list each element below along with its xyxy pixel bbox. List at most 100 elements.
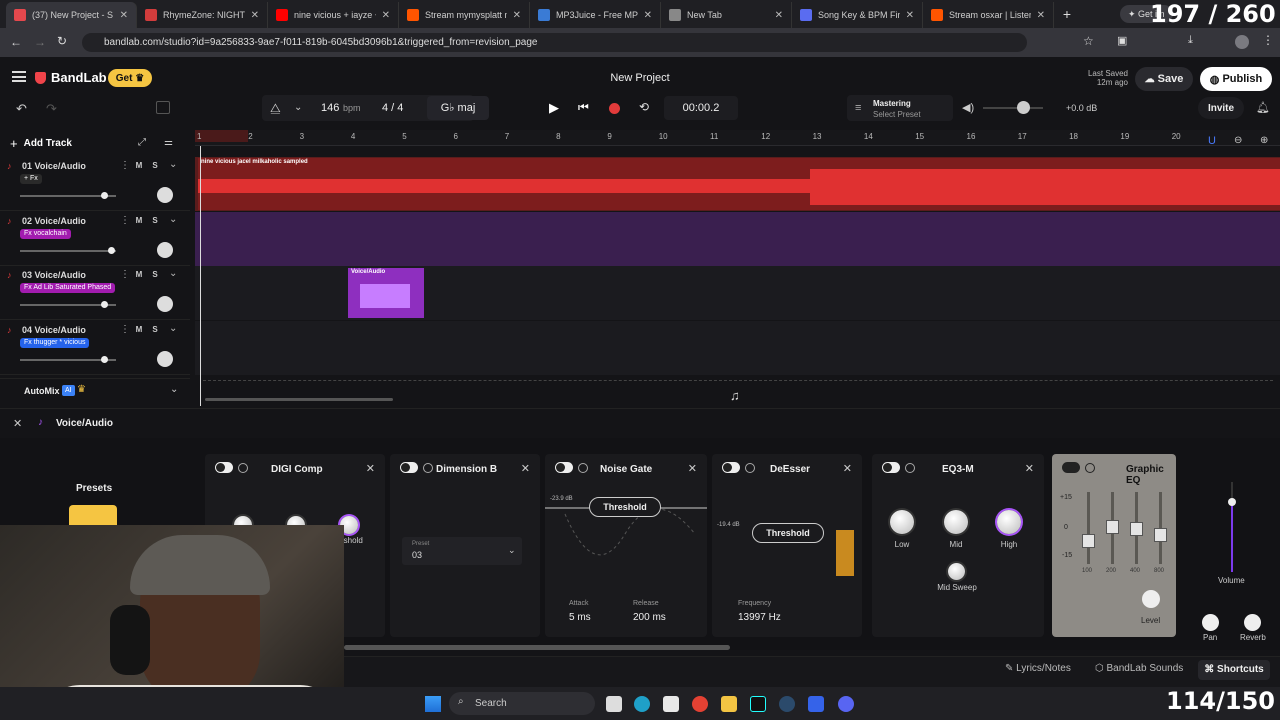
track-header[interactable]: ♪ 03 Voice/Audio ⋮ M S ⌄ Fx Ad Lib Saturated P… (0, 266, 190, 320)
new-tab-button[interactable]: + (1054, 2, 1080, 28)
close-icon[interactable]: ✕ (1025, 462, 1034, 475)
task-view-icon[interactable] (606, 696, 622, 712)
loop-icon[interactable]: ⟲ (639, 100, 649, 114)
track-lane[interactable]: Voice/Audio (195, 266, 1280, 320)
edge-icon[interactable] (634, 696, 650, 712)
frequency-value[interactable]: 13997 Hz (738, 612, 781, 623)
mid-knob[interactable] (944, 510, 968, 534)
mute-button[interactable]: M (133, 324, 145, 336)
track-menu-icon[interactable]: ⋮ (120, 215, 130, 226)
chrome-icon[interactable] (692, 696, 708, 712)
info-icon[interactable] (905, 463, 915, 473)
browser-tab[interactable]: (37) New Project - S ✕ (6, 2, 137, 28)
bookmark-star-icon[interactable]: ☆ (1083, 34, 1094, 48)
mute-button[interactable]: M (133, 160, 145, 172)
fx-chip[interactable]: + Fx (20, 174, 42, 184)
browser-tab[interactable]: New Tab ✕ (661, 2, 792, 28)
track-volume-handle[interactable] (101, 355, 108, 363)
close-icon[interactable]: ✕ (366, 462, 375, 475)
project-title[interactable]: New Project (560, 72, 720, 84)
tab-close-icon[interactable]: ✕ (251, 10, 259, 21)
tempo-value[interactable]: 146 (321, 102, 339, 114)
eq-fader-track[interactable] (1087, 492, 1090, 564)
plugin-dimension-b[interactable]: Dimension B ✕ Preset 03 ⌄ (390, 454, 540, 637)
tiktok-icon[interactable] (750, 696, 766, 712)
fx-chip[interactable]: Fx vocalchain (20, 228, 71, 239)
close-panel-icon[interactable]: ✕ (13, 417, 22, 430)
track-volume-handle[interactable] (101, 192, 108, 199)
info-icon[interactable] (238, 463, 248, 473)
low-knob[interactable] (890, 510, 914, 534)
tab-close-icon[interactable]: ✕ (382, 10, 390, 21)
plugin-deesser[interactable]: DeEsser ✕ -19.4 dB Threshold Frequency 1… (712, 454, 862, 637)
chevron-down-icon[interactable]: ⌄ (170, 384, 178, 395)
track-name[interactable]: 04 Voice/Audio (22, 325, 86, 335)
add-music-icon[interactable]: ♫ (730, 388, 740, 403)
get-pro-button[interactable]: Get ♛ (108, 69, 152, 87)
mid-sweep-knob[interactable] (948, 563, 965, 580)
bandlab-logo[interactable]: BandLab (35, 70, 107, 85)
chevron-down-icon[interactable]: ⌄ (169, 323, 177, 334)
zoom-out-icon[interactable]: ⊖ (1234, 135, 1242, 146)
noise-gate-threshold-button[interactable]: Threshold (589, 497, 661, 517)
steam-icon[interactable] (779, 696, 795, 712)
mute-button[interactable]: M (133, 269, 145, 281)
skip-back-icon[interactable]: ⏮ (578, 100, 589, 115)
speaker-icon[interactable]: ◀) (962, 101, 974, 114)
horizontal-scrollbar[interactable] (205, 398, 393, 401)
download-icon[interactable]: ⤓ (1188, 34, 1193, 47)
level-knob[interactable] (1142, 590, 1160, 608)
pan-knob[interactable] (157, 296, 173, 312)
close-icon[interactable]: ✕ (688, 462, 697, 475)
channel-volume-handle[interactable] (1228, 498, 1236, 506)
discord-icon[interactable] (838, 696, 854, 712)
release-value[interactable]: 200 ms (633, 612, 666, 623)
track-volume-handle[interactable] (108, 246, 115, 254)
solo-button[interactable]: S (149, 215, 161, 227)
plugin-eq3[interactable]: EQ3-M ✕ Low Mid High Mid Sweep (872, 454, 1044, 637)
magnet-icon[interactable]: U (1208, 135, 1216, 147)
browser-tab[interactable]: MP3Juice - Free MP3 D ✕ (530, 2, 661, 28)
pan-knob[interactable] (157, 350, 173, 367)
pan-knob[interactable] (157, 187, 173, 203)
close-icon[interactable]: ✕ (521, 462, 530, 475)
track-header[interactable]: ♪ 04 Voice/Audio ⋮ M S ⌄ Fx thugger * vicious (0, 321, 190, 375)
fx-chip[interactable]: Fx thugger * vicious (20, 337, 90, 348)
attack-value[interactable]: 5 ms (569, 612, 591, 623)
track-menu-icon[interactable]: ⋮ (120, 269, 130, 280)
dimension-b-toggle[interactable] (400, 462, 418, 473)
record-icon[interactable] (609, 103, 620, 114)
track-volume-handle[interactable] (101, 301, 108, 308)
tab-close-icon[interactable]: ✕ (906, 10, 914, 21)
tab-close-icon[interactable]: ✕ (775, 10, 783, 21)
info-icon[interactable] (423, 463, 433, 473)
key-button[interactable]: G♭ maj (427, 96, 489, 120)
chevron-down-icon[interactable]: ⌄ (169, 159, 177, 170)
profile-icon[interactable] (1235, 35, 1249, 49)
pan-knob[interactable] (157, 241, 173, 258)
bandlab-sounds-button[interactable]: ⬡ BandLab Sounds (1095, 663, 1183, 674)
preset-select[interactable]: Preset 03 ⌄ (402, 537, 522, 565)
time-signature[interactable]: 4 / 4 (382, 102, 403, 114)
browser-tab[interactable]: nine vicious + iayze + j ✕ (268, 2, 399, 28)
solo-button[interactable]: S (149, 324, 161, 336)
file-explorer-icon[interactable] (721, 696, 737, 712)
browser-tab[interactable]: RhymeZone: NIGHT rh ✕ (137, 2, 268, 28)
reverb-knob[interactable] (1244, 614, 1261, 631)
forward-icon[interactable]: → (34, 35, 46, 49)
deesser-threshold-button[interactable]: Threshold (752, 523, 824, 543)
track-name[interactable]: 02 Voice/Audio (22, 216, 86, 226)
browser-tab[interactable]: Stream osxar | Listen to ✕ (923, 2, 1054, 28)
bell-icon[interactable]: 🔔︎ (1256, 101, 1270, 114)
info-icon[interactable] (1085, 463, 1095, 473)
chevron-down-icon[interactable]: ⌄ (169, 268, 177, 279)
tab-close-icon[interactable]: ✕ (1037, 10, 1045, 21)
menu-dots-icon[interactable]: ⋮ (1262, 33, 1274, 47)
track-name[interactable]: 03 Voice/Audio (22, 270, 86, 280)
drop-zone[interactable] (203, 380, 1273, 381)
solo-button[interactable]: S (149, 269, 161, 281)
eq-fader-handle[interactable] (1130, 522, 1143, 536)
panel-toggle-icon[interactable] (156, 101, 170, 114)
high-knob[interactable] (997, 510, 1021, 534)
tab-close-icon[interactable]: ✕ (644, 10, 652, 21)
